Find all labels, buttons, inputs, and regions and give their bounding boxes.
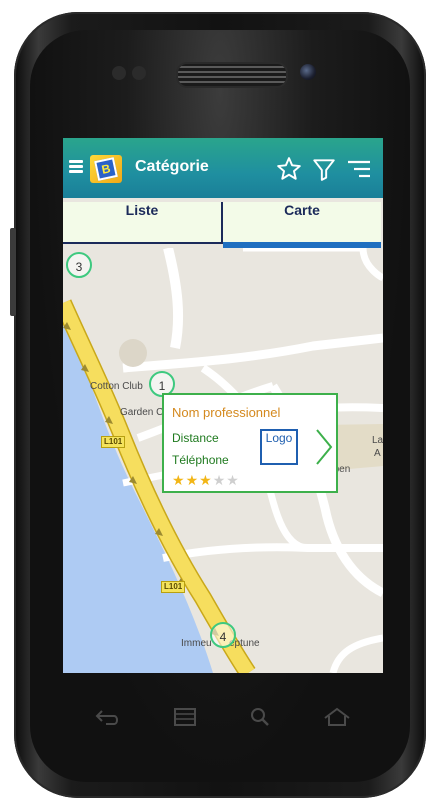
tab-liste[interactable]: Liste [63, 202, 223, 244]
rating-stars: ★★★★★ [172, 473, 240, 489]
phone-screen: B Catégorie Liste Carte Cotton Club Gard… [63, 138, 383, 673]
home-icon[interactable] [322, 706, 352, 728]
menu-icon[interactable] [69, 160, 83, 174]
front-camera [300, 64, 316, 80]
map-marker-3[interactable]: 3 [66, 252, 92, 278]
chevron-right-icon[interactable] [314, 427, 334, 467]
search-icon[interactable] [248, 706, 272, 728]
page-title: Catégorie [135, 158, 209, 175]
tab-bar: Liste Carte [63, 202, 383, 248]
road-tag: L101 [161, 581, 186, 593]
proximity-sensor [112, 66, 126, 80]
star-outline-icon[interactable] [276, 156, 302, 182]
back-icon[interactable] [94, 706, 122, 728]
star-empty-icon: ★ [212, 473, 227, 489]
earpiece-speaker [176, 62, 288, 88]
business-telephone[interactable]: Téléphone [172, 453, 229, 467]
info-popup[interactable]: Nom professionnel Distance Téléphone ★★★… [162, 393, 338, 493]
tab-carte[interactable]: Carte [223, 202, 381, 248]
filter-icon[interactable] [311, 156, 337, 182]
map-label-la: La [372, 435, 383, 446]
business-name: Nom professionnel [172, 405, 281, 420]
map-label-immeuble: Immeu [181, 638, 212, 649]
light-sensor [132, 66, 146, 80]
business-distance: Distance [172, 431, 219, 445]
volume-button [10, 228, 16, 316]
sort-icon[interactable] [346, 156, 372, 182]
app-logo: B [90, 155, 122, 183]
map-label-a: A [374, 448, 381, 459]
map-marker-4[interactable]: 4 [210, 622, 236, 648]
business-logo: Logo [260, 429, 298, 465]
map-view[interactable]: Cotton Club Garden Caff Collège Quaben L… [63, 248, 383, 673]
map-label-cotton-club: Cotton Club [90, 381, 143, 392]
star-filled-icon: ★ [199, 473, 213, 489]
app-logo-letter: B [94, 157, 118, 181]
star-filled-icon: ★ [172, 473, 186, 489]
star-empty-icon: ★ [226, 473, 240, 489]
road-tag: L101 [101, 436, 126, 448]
star-filled-icon: ★ [185, 473, 200, 489]
app-bar: B Catégorie [63, 138, 383, 198]
recent-apps-icon[interactable] [172, 706, 198, 728]
